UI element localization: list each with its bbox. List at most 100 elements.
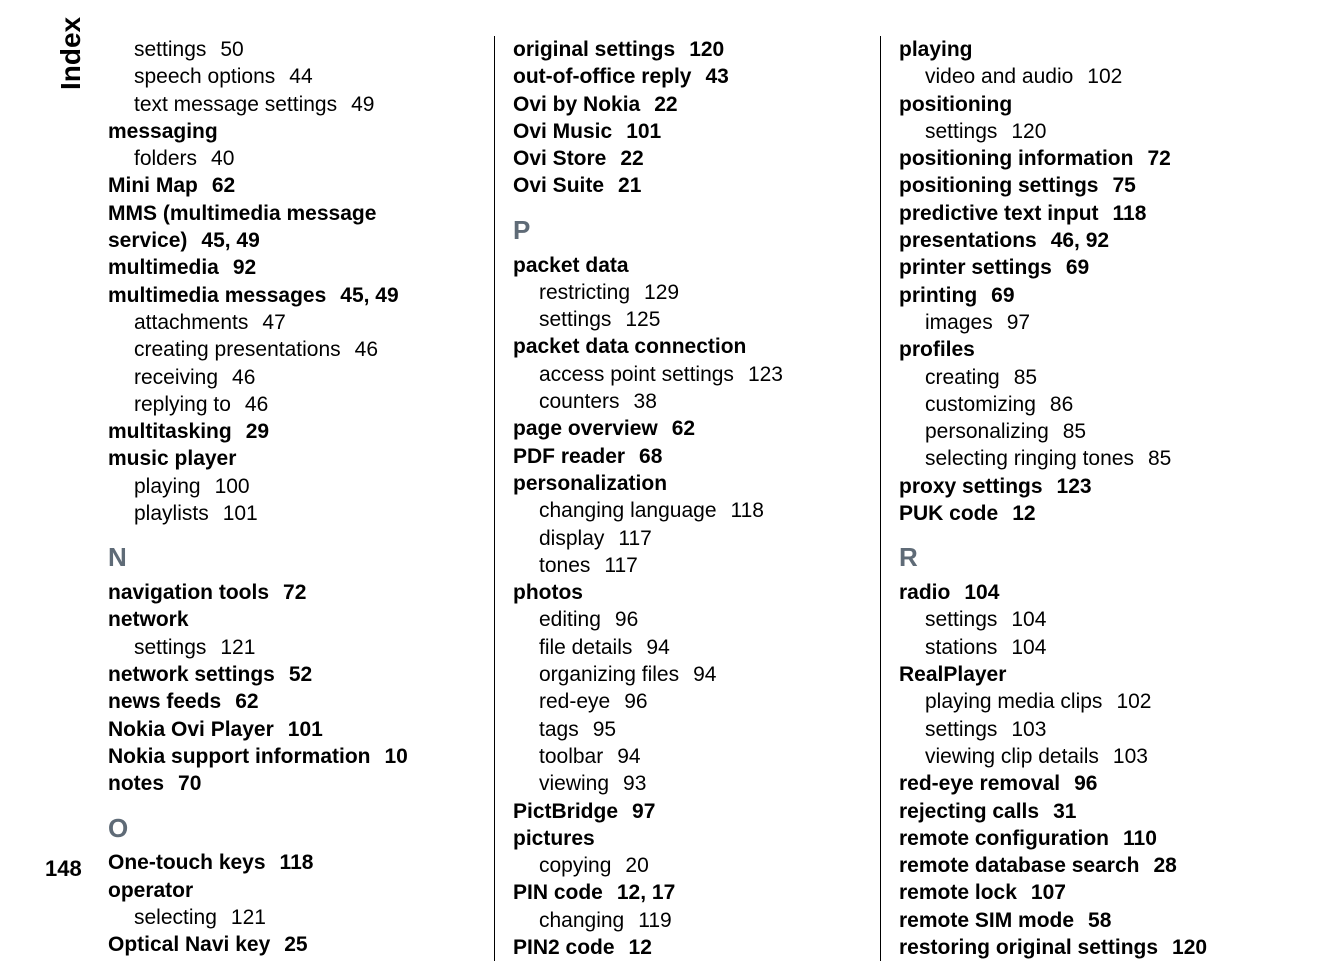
- index-subentry[interactable]: settings125: [513, 306, 862, 333]
- index-subentry[interactable]: counters38: [513, 388, 862, 415]
- index-entry[interactable]: page overview62: [513, 415, 862, 442]
- index-entry[interactable]: remote lock107: [899, 879, 1248, 906]
- index-entry[interactable]: Nokia support information10: [108, 743, 476, 770]
- index-subentry[interactable]: creating85: [899, 364, 1248, 391]
- index-subentry[interactable]: editing96: [513, 606, 862, 633]
- index-subentry[interactable]: receiving46: [108, 364, 476, 391]
- index-subentry[interactable]: toolbar94: [513, 743, 862, 770]
- index-subentry[interactable]: speech options44: [108, 63, 476, 90]
- index-entry[interactable]: printing69: [899, 282, 1248, 309]
- index-subentry[interactable]: display117: [513, 525, 862, 552]
- index-entry[interactable]: news feeds62: [108, 688, 476, 715]
- index-entry[interactable]: messaging: [108, 118, 476, 145]
- index-entry[interactable]: red-eye removal96: [899, 770, 1248, 797]
- index-entry[interactable]: positioning information72: [899, 145, 1248, 172]
- index-entry[interactable]: restoring original settings120: [899, 934, 1248, 961]
- index-subentry[interactable]: tags95: [513, 716, 862, 743]
- index-entry-text: file details: [539, 636, 632, 659]
- index-entry[interactable]: PIN code12, 17: [513, 879, 862, 906]
- index-entry[interactable]: PUK code12: [899, 500, 1248, 527]
- index-entry[interactable]: network: [108, 606, 476, 633]
- index-entry[interactable]: positioning settings75: [899, 172, 1248, 199]
- index-entry[interactable]: out-of-office reply43: [513, 63, 862, 90]
- index-subentry[interactable]: viewing93: [513, 770, 862, 797]
- index-entry[interactable]: operator: [108, 877, 476, 904]
- index-entry[interactable]: multimedia92: [108, 254, 476, 281]
- index-entry[interactable]: printer settings69: [899, 254, 1248, 281]
- index-entry[interactable]: packet data: [513, 252, 862, 279]
- index-subentry[interactable]: playlists101: [108, 500, 476, 527]
- index-subentry[interactable]: personalizing85: [899, 418, 1248, 445]
- index-entry[interactable]: PictBridge97: [513, 798, 862, 825]
- index-entry[interactable]: notes70: [108, 770, 476, 797]
- index-subentry[interactable]: video and audio102: [899, 63, 1248, 90]
- index-entry[interactable]: MMS (multimedia message service)45, 49: [108, 200, 476, 255]
- index-entry[interactable]: multitasking29: [108, 418, 476, 445]
- index-subentry[interactable]: viewing clip details103: [899, 743, 1248, 770]
- index-subentry[interactable]: changing language118: [513, 497, 862, 524]
- index-entry[interactable]: PDF reader68: [513, 443, 862, 470]
- index-entry[interactable]: RealPlayer: [899, 661, 1248, 688]
- index-entry[interactable]: remote SIM mode58: [899, 907, 1248, 934]
- index-entry-page: 94: [646, 636, 669, 659]
- index-subentry[interactable]: selecting121: [108, 904, 476, 931]
- index-subentry[interactable]: attachments47: [108, 309, 476, 336]
- index-entry[interactable]: remote database search28: [899, 852, 1248, 879]
- index-subentry[interactable]: playing100: [108, 473, 476, 500]
- index-column-3: playingvideo and audio102positioningsett…: [880, 36, 1266, 961]
- index-entry[interactable]: Ovi by Nokia22: [513, 91, 862, 118]
- index-subentry[interactable]: tones117: [513, 552, 862, 579]
- index-entry[interactable]: playing: [899, 36, 1248, 63]
- index-entry[interactable]: Ovi Suite21: [513, 172, 862, 199]
- index-entry[interactable]: presentations46, 92: [899, 227, 1248, 254]
- index-entry[interactable]: rejecting calls31: [899, 798, 1248, 825]
- index-entry[interactable]: remote configuration110: [899, 825, 1248, 852]
- index-entry-text: display: [539, 527, 604, 550]
- index-entry-text: news feeds: [108, 690, 221, 713]
- index-entry[interactable]: multimedia messages45, 49: [108, 282, 476, 309]
- index-entry-text: viewing clip details: [925, 745, 1099, 768]
- index-entry[interactable]: predictive text input118: [899, 200, 1248, 227]
- index-entry[interactable]: navigation tools72: [108, 579, 476, 606]
- index-entry[interactable]: packet data connection: [513, 333, 862, 360]
- index-subentry[interactable]: selecting ringing tones85: [899, 445, 1248, 472]
- index-subentry[interactable]: settings104: [899, 606, 1248, 633]
- index-subentry[interactable]: settings120: [899, 118, 1248, 145]
- index-entry[interactable]: One-touch keys118: [108, 849, 476, 876]
- index-subentry[interactable]: changing119: [513, 907, 862, 934]
- index-subentry[interactable]: file details 94: [513, 634, 862, 661]
- index-subentry[interactable]: customizing86: [899, 391, 1248, 418]
- index-entry[interactable]: profiles: [899, 336, 1248, 363]
- index-subentry[interactable]: restricting129: [513, 279, 862, 306]
- index-entry[interactable]: Mini Map62: [108, 172, 476, 199]
- index-subentry[interactable]: replying to46: [108, 391, 476, 418]
- index-entry[interactable]: PIN2 code12: [513, 934, 862, 961]
- index-subentry[interactable]: settings121: [108, 634, 476, 661]
- index-entry[interactable]: original settings120: [513, 36, 862, 63]
- index-subentry[interactable]: images97: [899, 309, 1248, 336]
- index-subentry[interactable]: organizing files94: [513, 661, 862, 688]
- index-entry-page: 110: [1123, 827, 1157, 850]
- index-entry[interactable]: photos: [513, 579, 862, 606]
- index-entry[interactable]: personalization: [513, 470, 862, 497]
- index-subentry[interactable]: text message settings49: [108, 91, 476, 118]
- index-entry[interactable]: proxy settings123: [899, 473, 1248, 500]
- index-subentry[interactable]: playing media clips102: [899, 688, 1248, 715]
- index-subentry[interactable]: stations104: [899, 634, 1248, 661]
- index-entry[interactable]: Optical Navi key25: [108, 931, 476, 958]
- index-entry[interactable]: music player: [108, 445, 476, 472]
- index-subentry[interactable]: folders40: [108, 145, 476, 172]
- index-entry[interactable]: Ovi Music101: [513, 118, 862, 145]
- index-subentry[interactable]: copying20: [513, 852, 862, 879]
- index-subentry[interactable]: creating presentations46: [108, 336, 476, 363]
- index-entry[interactable]: positioning: [899, 91, 1248, 118]
- index-entry[interactable]: pictures: [513, 825, 862, 852]
- index-subentry[interactable]: settings103: [899, 716, 1248, 743]
- index-entry[interactable]: Nokia Ovi Player101: [108, 716, 476, 743]
- index-subentry[interactable]: settings50: [108, 36, 476, 63]
- index-entry[interactable]: radio104: [899, 579, 1248, 606]
- index-subentry[interactable]: access point settings123: [513, 361, 862, 388]
- index-entry[interactable]: network settings52: [108, 661, 476, 688]
- index-entry[interactable]: Ovi Store22: [513, 145, 862, 172]
- index-subentry[interactable]: red-eye96: [513, 688, 862, 715]
